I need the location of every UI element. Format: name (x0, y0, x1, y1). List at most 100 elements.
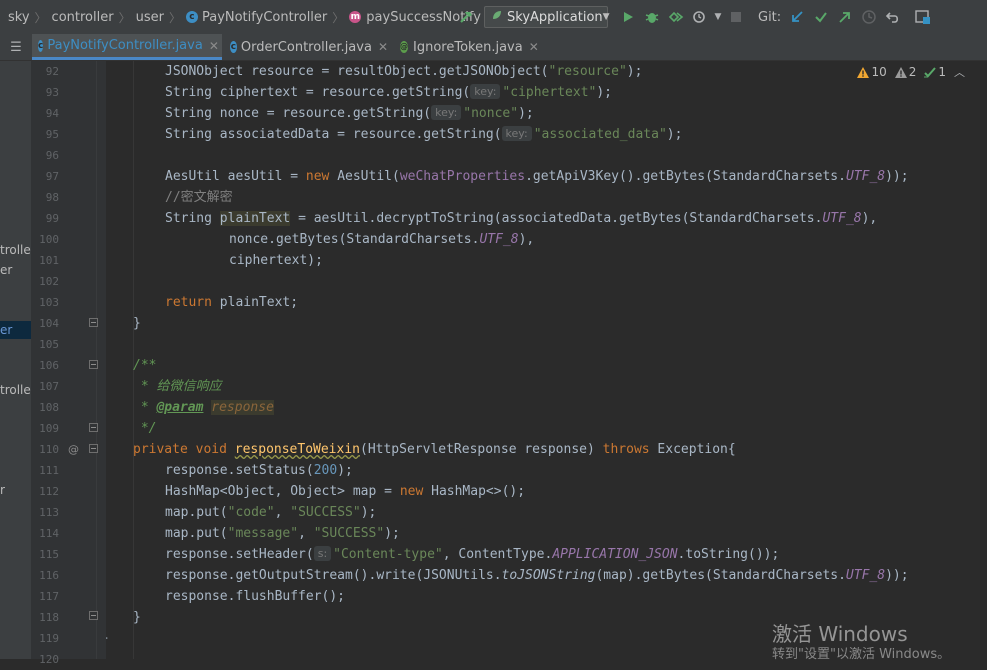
fold-marker-icon[interactable] (89, 444, 98, 453)
line-number: 97 (45, 170, 59, 183)
code-line-117: response.flushBuffer(); (165, 589, 346, 604)
editor-tab-bar: ☰ c PayNotifyController.java ✕ c OrderCo… (0, 34, 987, 61)
typos-count[interactable]: 1 (924, 65, 946, 79)
build-hammer-icon[interactable] (454, 5, 478, 29)
fold-marker-icon[interactable] (89, 360, 98, 369)
line-number: 108 (39, 401, 59, 414)
code-editor[interactable]: JSONObject resource = resultObject.getJS… (106, 61, 987, 659)
project-panel: troller er er troller r (0, 61, 31, 659)
fold-marker-icon[interactable] (89, 423, 98, 432)
line-number: 100 (39, 233, 59, 246)
code-line-109: */ (133, 421, 157, 436)
debug-icon[interactable] (640, 5, 664, 29)
code-line-108: * @param response (133, 400, 274, 415)
parameter-hint: key: (431, 105, 462, 120)
coverage-icon[interactable] (664, 5, 688, 29)
line-number: 120 (39, 653, 59, 666)
chevron-up-icon[interactable]: ︿ (954, 64, 965, 80)
chevron-right-icon: 〉 (34, 10, 47, 25)
tab-label: OrderController.java (240, 39, 372, 55)
line-number: 103 (39, 296, 59, 309)
fold-marker-icon[interactable] (89, 611, 98, 620)
tab-label: PayNotifyController.java (47, 38, 203, 53)
code-line-100: nonce.getBytes(StandardCharsets.UTF_8), (229, 232, 535, 247)
breadcrumb: sky 〉 controller 〉 user 〉 c PayNotifyCon… (8, 0, 481, 34)
code-line-119: } (106, 628, 109, 649)
navigation-bar: sky 〉 controller 〉 user 〉 c PayNotifyCon… (0, 0, 987, 35)
parameter-hint: key: (470, 84, 501, 99)
project-tree-item[interactable]: troller (0, 241, 31, 259)
code-line-97: AesUtil aesUtil = new AesUtil(weChatProp… (165, 169, 909, 184)
breadcrumb-item-class[interactable]: c PayNotifyController (185, 9, 328, 25)
history-icon[interactable] (857, 5, 881, 29)
fold-marker-icon[interactable] (89, 318, 98, 327)
git-commit-icon[interactable] (809, 5, 833, 29)
breadcrumb-class-label: PayNotifyController (201, 9, 328, 25)
code-line-94: String nonce = resource.getString(key: "n… (165, 105, 534, 121)
tab-paynotifycontroller[interactable]: c PayNotifyController.java ✕ (32, 34, 222, 60)
breadcrumb-item-user[interactable]: user (136, 10, 164, 25)
stop-icon[interactable] (724, 5, 748, 29)
project-tree-item[interactable]: troller (0, 381, 31, 399)
annotation-icon: @ (400, 41, 408, 53)
line-number: 118 (39, 611, 59, 624)
code-line-114: map.put("message", "SUCCESS"); (165, 526, 400, 541)
breadcrumb-item-sky[interactable]: sky (8, 10, 30, 25)
line-number: 93 (45, 86, 59, 99)
project-tree-item-selected[interactable]: er (0, 321, 31, 339)
typo-check-icon (924, 66, 937, 77)
run-configuration-select[interactable]: SkyApplication ▼ (484, 6, 610, 28)
class-icon: c (230, 41, 237, 53)
menu-icon[interactable]: ☰ (0, 34, 32, 60)
line-number: 99 (45, 212, 59, 225)
code-line-92: JSONObject resource = resultObject.getJS… (165, 64, 643, 79)
chevron-down-icon[interactable]: ▼ (712, 5, 724, 29)
chevron-down-icon: ▼ (602, 12, 610, 22)
line-number: 96 (45, 149, 59, 162)
run-toolbar: SkyApplication ▼ ▼ Git: (454, 0, 935, 34)
windows-activation-hint: 转到"设置"以激活 Windows。 (772, 647, 951, 662)
warnings-count[interactable]: 10 (857, 65, 887, 79)
code-line-106: /** (133, 358, 157, 373)
override-marker-icon[interactable]: @ (68, 439, 79, 460)
close-icon[interactable]: ✕ (378, 40, 388, 54)
method-icon: m (349, 11, 362, 23)
code-line-111: response.setStatus(200); (165, 463, 353, 478)
project-tree-item[interactable]: er (0, 261, 12, 279)
code-line-93: String ciphertext = resource.getString(k… (165, 84, 612, 100)
parameter-hint: s: (313, 546, 332, 561)
rollback-icon[interactable] (881, 5, 905, 29)
close-icon[interactable]: ✕ (529, 40, 539, 54)
run-icon[interactable] (616, 5, 640, 29)
line-number: 104 (39, 317, 59, 330)
line-number: 101 (39, 254, 59, 267)
project-tree-item[interactable]: r (0, 481, 5, 499)
run-configuration-label: SkyApplication (507, 9, 603, 25)
code-line-99: String plainText = aesUtil.decryptToStri… (165, 211, 878, 226)
git-push-icon[interactable] (833, 5, 857, 29)
close-icon[interactable]: ✕ (209, 39, 219, 53)
line-number: 111 (39, 464, 59, 477)
breadcrumb-item-controller[interactable]: controller (52, 10, 114, 25)
line-number: 115 (39, 548, 59, 561)
line-number: 98 (45, 191, 59, 204)
weak-warnings-count[interactable]: 2 (894, 65, 916, 79)
tab-ignoretoken[interactable]: @ IgnoreToken.java ✕ (394, 34, 544, 60)
line-number: 106 (39, 359, 59, 372)
line-number: 107 (39, 380, 59, 393)
spring-leaf-icon (491, 9, 503, 25)
warning-icon (857, 66, 870, 78)
tab-ordercontroller[interactable]: c OrderController.java ✕ (224, 34, 394, 60)
inspection-widget[interactable]: 10 2 1 ︿ (857, 63, 965, 81)
profiler-icon[interactable] (688, 5, 712, 29)
code-line-115: response.setHeader(s: "Content-type", Con… (165, 546, 780, 562)
git-update-icon[interactable] (785, 5, 809, 29)
line-number: 116 (39, 569, 59, 582)
code-line-118: } (133, 610, 141, 625)
line-number: 102 (39, 275, 59, 288)
code-line-113: map.put("code", "SUCCESS"); (165, 505, 377, 520)
project-structure-icon[interactable] (911, 5, 935, 29)
code-line-104: } (133, 316, 141, 331)
code-line-110: private void responseToWeixin(HttpServle… (133, 442, 736, 457)
weak-warning-icon (894, 66, 907, 78)
